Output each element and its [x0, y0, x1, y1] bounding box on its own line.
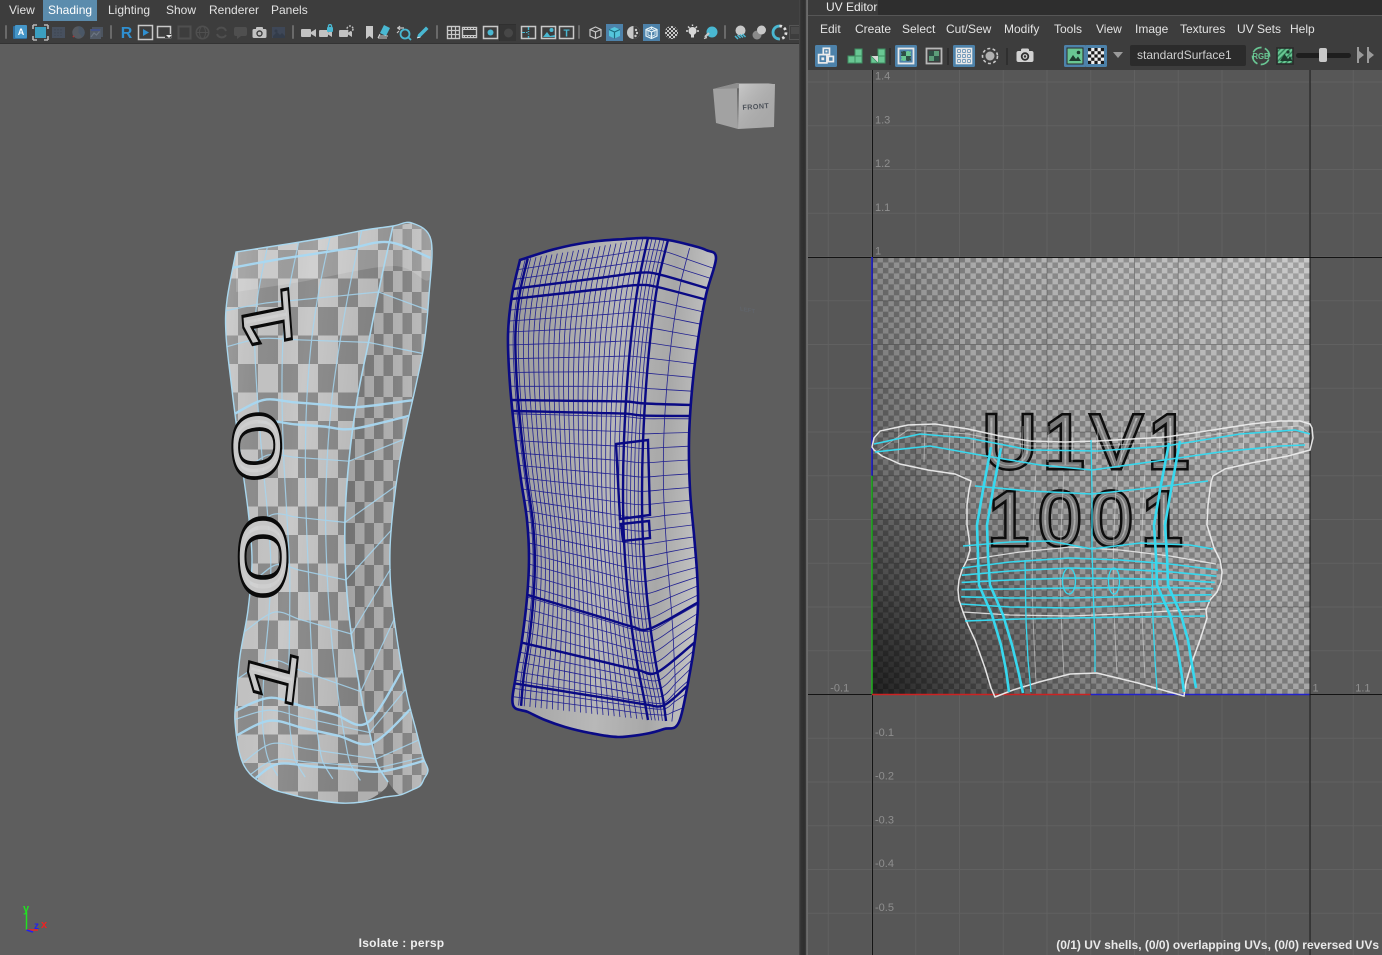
svg-text:1: 1 — [875, 246, 881, 258]
svg-text:1.2: 1.2 — [875, 158, 890, 170]
svg-text:1.1: 1.1 — [875, 202, 890, 214]
svg-text:z: z — [34, 921, 39, 932]
svg-text:x: x — [41, 919, 48, 931]
svg-text:-0.1: -0.1 — [830, 683, 849, 695]
svg-text:LEFT: LEFT — [740, 306, 756, 316]
svg-text:-0.4: -0.4 — [875, 858, 894, 870]
svg-text:-0.1: -0.1 — [875, 727, 894, 739]
svg-text:FRONT: FRONT — [742, 101, 770, 112]
svg-text:y: y — [23, 903, 30, 915]
svg-text:-0.2: -0.2 — [875, 771, 894, 783]
svg-text:A: A — [18, 27, 25, 37]
svg-text:R: R — [121, 25, 133, 41]
svg-text:1.4: 1.4 — [875, 71, 890, 83]
svg-text:-0.5: -0.5 — [875, 902, 894, 914]
svg-text:1: 1 — [1313, 683, 1319, 695]
svg-text:1.3: 1.3 — [875, 114, 890, 126]
svg-text:T: T — [563, 29, 569, 40]
svg-text:0: 0 — [226, 515, 300, 599]
svg-text:0: 0 — [219, 408, 295, 485]
svg-text:-0.3: -0.3 — [875, 814, 894, 826]
svg-text:RGB: RGB — [1252, 52, 1270, 61]
svg-text:(0/1) UV shells, (0/0) overlap: (0/1) UV shells, (0/0) overlapping UVs, … — [1056, 938, 1379, 952]
svg-text:1.1: 1.1 — [1355, 683, 1370, 695]
